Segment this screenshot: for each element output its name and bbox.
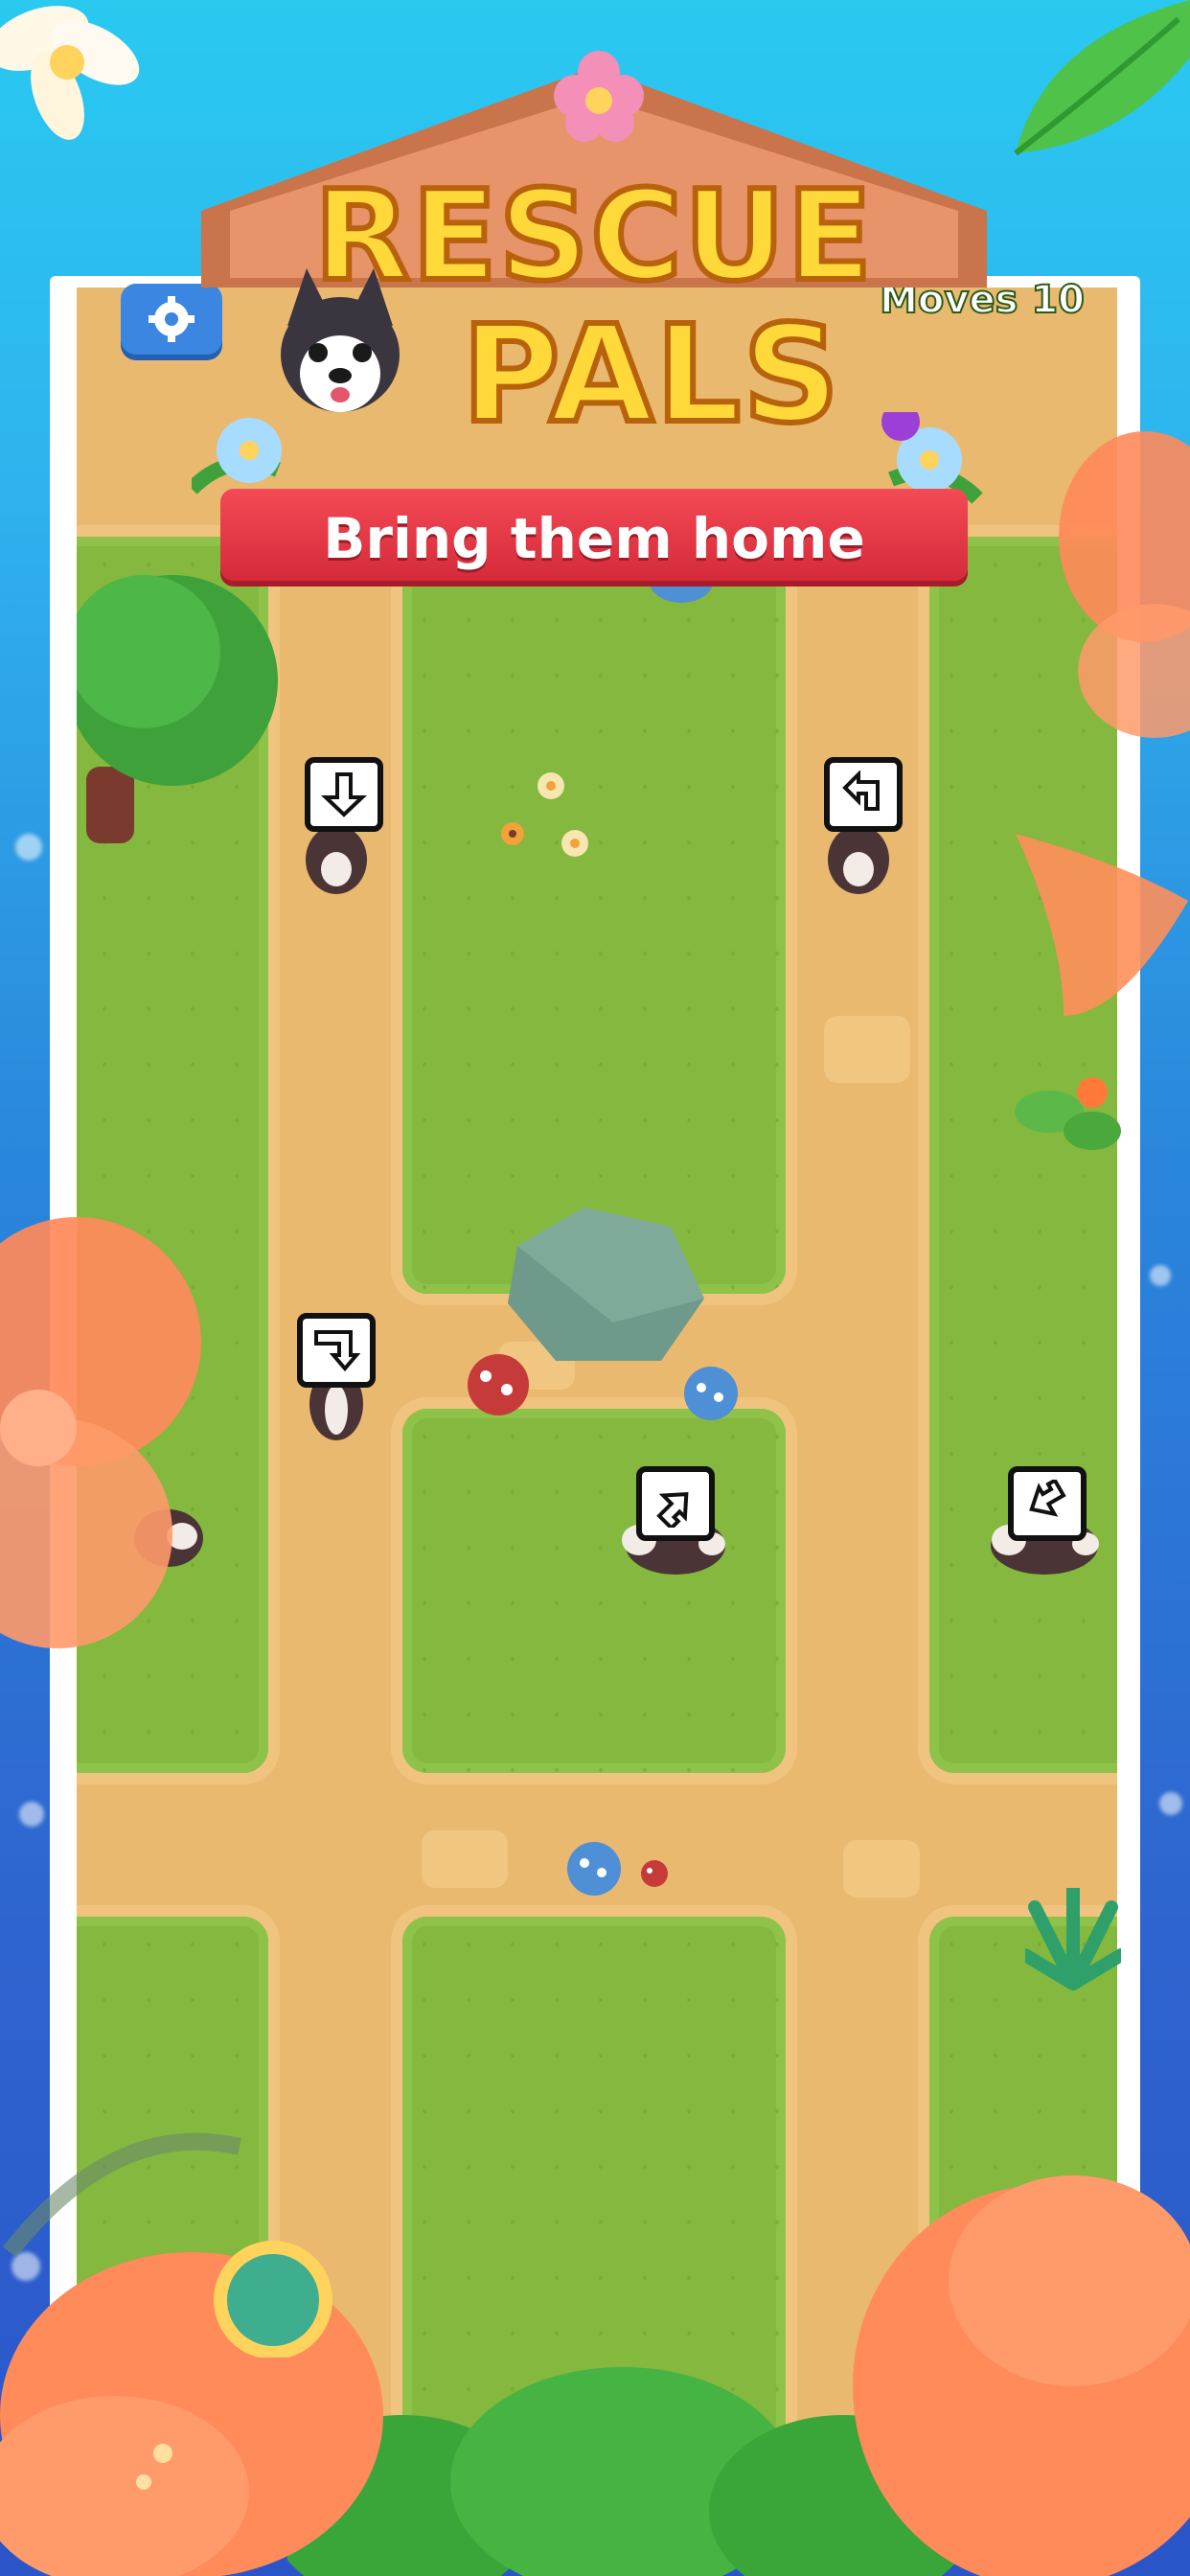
mushroom-decoration [567,1842,621,1896]
orange-leaf-decoration [1016,834,1188,1016]
orange-flower-decoration [853,2175,1190,2576]
orange-flower-decoration [0,1217,201,1648]
round-button-partial [214,2241,332,2358]
tagline-ribbon: Bring them home [220,489,968,581]
game-logo: RESCUE PALS Bring them home [163,29,1025,594]
sparkle [1159,1792,1182,1815]
pink-flower-icon [554,51,644,142]
arrow-uturn-down-icon [297,1313,376,1388]
sparkle [19,1802,44,1827]
arrow-turn-up-right-icon [636,1466,715,1541]
tagline-text: Bring them home [323,506,865,571]
small-flowers-decoration [501,772,588,857]
rock-obstacle [508,1208,704,1361]
tropical-plant-decoration [1025,1888,1121,1990]
mushroom-decoration [684,1367,738,1420]
orange-flower-decoration [1059,431,1190,738]
path-stone [824,1016,910,1083]
plumeria-flower-decoration [0,6,140,140]
grass-block [402,537,786,1294]
green-plant-decoration [1015,1077,1121,1150]
leaf-decoration [1014,0,1190,156]
mushroom-decoration [641,1860,668,1887]
sparkle [1150,1265,1171,1286]
arrow-down-icon [305,757,383,832]
mushroom-decoration [468,1354,529,1415]
path-stone [422,1830,508,1888]
grass-block [402,1409,786,1773]
sparkle [15,834,42,861]
arrow-uturn-left-icon [824,757,903,832]
path-stone [843,1840,920,1898]
arrow-turn-down-left-icon [1008,1466,1087,1541]
